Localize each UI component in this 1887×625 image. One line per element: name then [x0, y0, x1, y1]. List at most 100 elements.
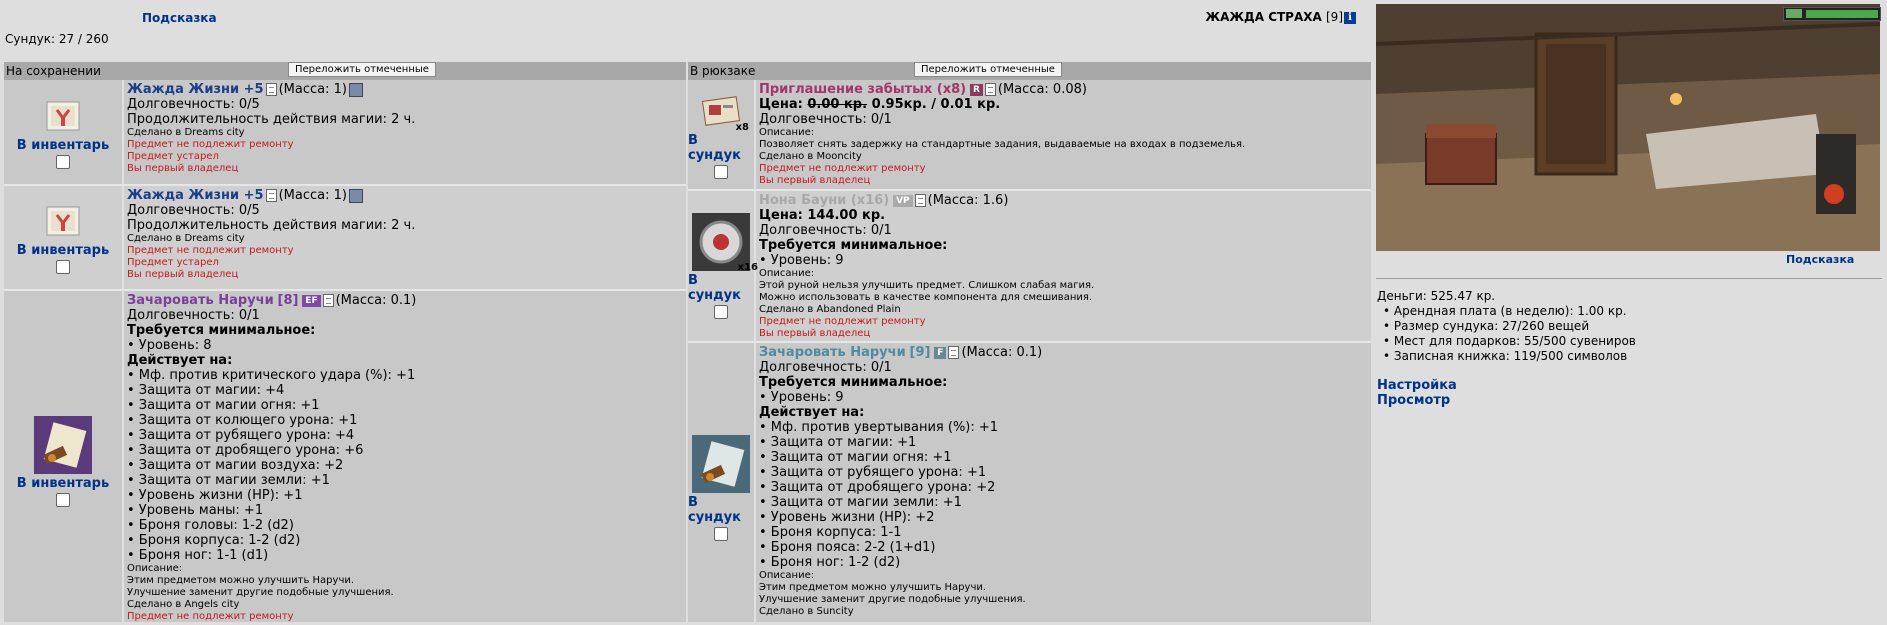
to-chest-link[interactable]: В сундук: [688, 495, 754, 525]
item-warning: Предмет не подлежит ремонту: [759, 163, 926, 174]
scroll-icon[interactable]: [43, 96, 83, 136]
to-inventory-link[interactable]: В инвентарь: [17, 476, 109, 491]
invitation-icon[interactable]: x8: [701, 91, 749, 133]
req-title: Требуется минимальное:: [127, 323, 316, 338]
item-warning: Вы первый владелец: [127, 269, 239, 280]
desc-line: Можно использовать в качестве компонента…: [759, 292, 1093, 303]
stored-title: На сохранении: [6, 64, 101, 78]
desc-line: Улучшение заменит другие подобные улучше…: [127, 587, 394, 598]
document-icon[interactable]: [265, 83, 277, 96]
item-name[interactable]: Жажда Жизни +5: [127, 188, 264, 203]
select-checkbox[interactable]: [714, 164, 728, 179]
desc-line: Этой руной нельзя улучшить предмет. Слиш…: [759, 280, 1095, 291]
item-duration: Продолжительность действия магии: 2 ч.: [127, 112, 416, 127]
to-inventory-link[interactable]: В инвентарь: [17, 243, 109, 258]
act-line: • Броня головы: 1-2 (d2): [127, 518, 294, 533]
enchant-scroll-icon[interactable]: [692, 435, 750, 493]
side-links: Настройка Просмотр: [1377, 378, 1457, 408]
scene-hint-link[interactable]: Подсказка: [1786, 253, 1854, 266]
item-info: Приглашение забытых (x8) R (Масса: 0.08) …: [756, 80, 1371, 189]
move-selected-button[interactable]: Переложить отмеченные: [914, 62, 1062, 77]
act-line: • Защита от магии воздуха: +2: [127, 458, 344, 473]
info-icon[interactable]: i: [1344, 11, 1356, 24]
item-mass: (Масса: 1): [278, 82, 347, 97]
item-made: Сделано в Abandoned Plain: [759, 304, 901, 315]
money-stats: Арендная плата (в неделю): 1.00 кр. Разм…: [1377, 304, 1636, 364]
item-warning: Вы первый владелец: [759, 328, 871, 339]
to-chest-link[interactable]: В сундук: [688, 133, 754, 163]
chest-size-line: Размер сундука: 27/260 вещей: [1383, 319, 1636, 334]
item-name[interactable]: Приглашение забытых (x8): [759, 82, 966, 97]
item-info: Нона Бауни (x16) VP (Масса: 1.6) Цена: 14…: [756, 191, 1371, 341]
scroll-icon[interactable]: [43, 201, 83, 241]
act-line: • Защита от магии земли: +1: [127, 473, 330, 488]
settings-link[interactable]: Настройка: [1377, 378, 1457, 393]
to-inventory-link[interactable]: В инвентарь: [17, 138, 109, 153]
item-icon-cell: В сундук: [688, 343, 756, 622]
health-fill: [1806, 10, 1878, 18]
list-item: В инвентарь Жажда Жизни +5 (Масса: 1) Дол…: [4, 80, 686, 186]
item-made: Сделано в Dreams city: [127, 127, 245, 138]
item-icon-cell: x16 В сундук: [688, 191, 758, 341]
document-icon[interactable]: [914, 194, 926, 207]
item-warning: Предмет устарел: [127, 151, 219, 162]
select-checkbox[interactable]: [56, 492, 70, 507]
document-icon[interactable]: [948, 346, 960, 359]
item-made: Сделано в Suncity: [759, 606, 854, 617]
req-level: • Уровень: 9: [759, 390, 844, 405]
item-badge: EF: [302, 294, 321, 307]
select-checkbox[interactable]: [56, 260, 70, 274]
item-duration: Продолжительность действия магии: 2 ч.: [127, 218, 416, 233]
item-warning: Предмет не подлежит ремонту: [127, 245, 294, 256]
divider: [1376, 278, 1882, 279]
act-line: • Защита от рубящего урона: +1: [759, 465, 987, 480]
document-icon[interactable]: [984, 83, 996, 96]
item-icon-cell: В инвентарь: [4, 186, 124, 289]
rune-icon[interactable]: x16: [692, 213, 758, 273]
gift-icon: [348, 82, 363, 97]
item-icon-cell: В инвентарь: [4, 80, 124, 184]
select-checkbox[interactable]: [714, 527, 728, 541]
item-name[interactable]: Зачаровать Наручи: [127, 293, 274, 308]
act-line: • Уровень маны: +1: [127, 503, 264, 518]
list-item: x8 В сундук Приглашение забытых (x8) R (М…: [688, 80, 1371, 191]
act-line: • Защита от колющего урона: +1: [127, 413, 358, 428]
desc-line: Улучшение заменит другие подобные улучше…: [759, 594, 1026, 605]
backpack-title: В рюкзаке: [690, 64, 756, 78]
health-bar: [1783, 7, 1881, 21]
item-info: Жажда Жизни +5 (Масса: 1) Долговечность: …: [124, 186, 686, 289]
act-line: • Броня корпуса: 1-2 (d2): [127, 533, 301, 548]
req-title: Требуется минимальное:: [759, 238, 948, 253]
item-warning: Предмет не подлежит ремонту: [127, 139, 294, 150]
select-checkbox[interactable]: [56, 154, 70, 169]
select-checkbox[interactable]: [714, 305, 728, 319]
item-badge: R: [969, 83, 983, 96]
move-selected-button[interactable]: Переложить отмеченные: [288, 62, 436, 77]
item-mass: (Масса: 0.08): [997, 82, 1087, 97]
enchant-scroll-icon[interactable]: [34, 415, 92, 474]
item-name[interactable]: Зачаровать Наручи: [759, 345, 906, 360]
hint-link[interactable]: Подсказка: [142, 11, 217, 25]
act-line: • Уровень жизни (HP): +1: [127, 488, 303, 503]
item-durability: Долговечность: 0/1: [759, 360, 892, 375]
desc-line: Этим предметом можно улучшить Наручи.: [759, 582, 987, 593]
backpack-header: В рюкзаке Переложить отмеченные: [688, 62, 1371, 80]
document-icon[interactable]: [322, 294, 334, 307]
item-mass: (Масса: 0.1): [335, 293, 417, 308]
item-made: Сделано в Dreams city: [127, 233, 245, 244]
item-price: Цена: 144.00 кр.: [759, 208, 886, 223]
item-name[interactable]: Жажда Жизни +5: [127, 82, 264, 97]
item-durability: Долговечность: 0/5: [127, 97, 260, 112]
room-scene-image: [1376, 4, 1880, 251]
act-line: • Защита от рубящего урона: +4: [127, 428, 355, 443]
item-info: Жажда Жизни +5 (Масса: 1) Долговечность: …: [124, 80, 686, 184]
item-quantity: x16: [737, 262, 758, 273]
req-title: Требуется минимальное:: [759, 375, 948, 390]
item-info: Зачаровать Наручи [8] EF (Масса: 0.1) Дол…: [124, 291, 686, 622]
item-name[interactable]: Нона Бауни (x16): [759, 193, 889, 208]
to-chest-link[interactable]: В сундук: [688, 273, 754, 303]
view-link[interactable]: Просмотр: [1377, 393, 1450, 408]
desc-line: Этим предметом можно улучшить Наручи.: [127, 575, 355, 586]
act-line: • Защита от магии огня: +1: [759, 450, 952, 465]
document-icon[interactable]: [265, 189, 277, 202]
